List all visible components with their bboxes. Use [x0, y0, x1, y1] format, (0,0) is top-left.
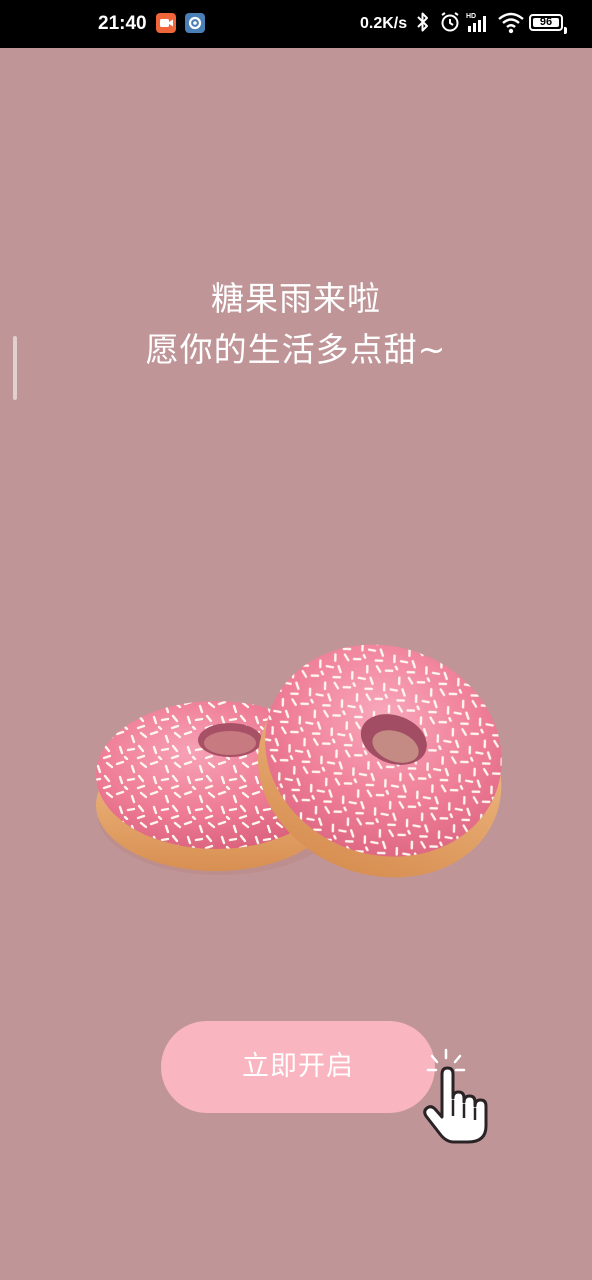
screen-recorder-icon [156, 13, 176, 33]
start-now-button[interactable]: 立即开启 [161, 1021, 435, 1113]
donuts-illustration [96, 644, 502, 878]
hand-pointer-icon [423, 1048, 488, 1144]
hd-signal-icon: HD [465, 10, 491, 41]
app-notification-icon [185, 13, 205, 33]
bluetooth-icon [416, 10, 430, 39]
alarm-icon [439, 10, 461, 39]
battery-icon: 96 [529, 14, 563, 31]
battery-level: 96 [533, 17, 559, 28]
status-bar: 21:40 0.2K/s HD 96 [0, 0, 592, 48]
status-time: 21:40 [98, 13, 147, 34]
battery-tip [564, 27, 567, 34]
svg-text:HD: HD [466, 13, 476, 20]
headline-line-2: 愿你的生活多点甜~ [145, 330, 447, 369]
wifi-icon [497, 10, 525, 41]
headline-line-1: 糖果雨来啦 [211, 279, 381, 318]
network-speed: 0.2K/s [360, 15, 408, 32]
